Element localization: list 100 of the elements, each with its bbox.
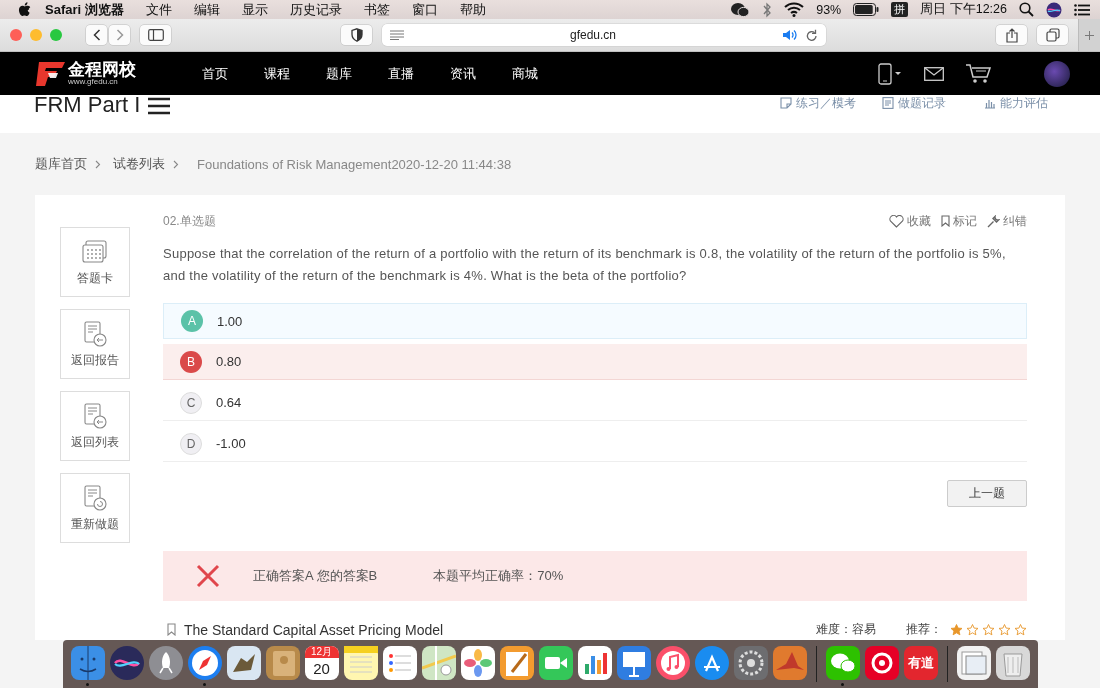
edit-note-icon	[780, 97, 792, 109]
logo-name: 金程网校	[68, 61, 136, 78]
option-text: 0.80	[216, 354, 242, 369]
trash-icon[interactable]	[995, 645, 1030, 680]
plus-icon	[1085, 29, 1094, 41]
document-arrow-icon	[81, 319, 109, 348]
phone-icon[interactable]	[878, 62, 902, 85]
menu-item[interactable]: 文件	[145, 0, 172, 19]
breadcrumb-link[interactable]: 题库首页	[35, 155, 87, 173]
menu-item[interactable]: 帮助	[459, 0, 486, 19]
star-outline-icon	[966, 623, 979, 636]
notepad-icon[interactable]	[343, 645, 378, 680]
breadcrumb-link[interactable]: 试卷列表	[113, 155, 165, 173]
flower-icon[interactable]	[460, 645, 495, 680]
side-action-button[interactable]: 返回列表	[60, 391, 130, 461]
side-action-button[interactable]: 重新做题	[60, 473, 130, 543]
subheader-link[interactable]: 练习／模考	[780, 95, 856, 111]
grid-card-icon	[81, 237, 109, 266]
previous-question-button[interactable]: 上一题	[947, 480, 1027, 507]
avatar[interactable]	[1044, 60, 1070, 87]
pen-icon[interactable]	[499, 645, 534, 680]
nav-link[interactable]: 资讯	[450, 64, 476, 83]
calendar-month: 12月	[304, 645, 339, 658]
menu-item[interactable]: 窗口	[411, 0, 438, 19]
apple-icon[interactable]	[18, 2, 31, 17]
option-text: 1.00	[217, 313, 243, 329]
app-menu[interactable]: Safari 浏览器	[45, 0, 124, 19]
menu-item[interactable]: 书签	[363, 0, 390, 19]
menu-item[interactable]: 历史记录	[289, 0, 342, 19]
bar-chart-icon[interactable]	[577, 645, 612, 680]
wrench-icon	[987, 214, 1000, 228]
wifi-icon[interactable]	[784, 2, 805, 17]
sidebar-button[interactable]	[140, 25, 171, 45]
camera-icon[interactable]	[538, 645, 573, 680]
input-method-indicator[interactable]: 拼	[891, 2, 909, 17]
compass-icon[interactable]	[187, 645, 222, 680]
course-title: FRM Part I	[34, 95, 141, 115]
bar-chart-icon	[984, 97, 996, 109]
app-icon[interactable]: 有道	[903, 645, 938, 680]
sidebar-icon	[147, 29, 164, 41]
menu-item[interactable]: 显示	[241, 0, 268, 19]
nav-link[interactable]: 题库	[326, 64, 352, 83]
menu-icon[interactable]	[148, 97, 171, 115]
share-button[interactable]	[996, 25, 1027, 45]
bluetooth-icon[interactable]	[762, 1, 773, 18]
map-icon[interactable]	[421, 645, 456, 680]
url-text: gfedu.cn	[568, 28, 617, 42]
nav-link[interactable]: 课程	[264, 64, 290, 83]
side-action-button[interactable]: 答题卡	[60, 227, 130, 297]
logo-url: www.gfedu.cn	[68, 78, 118, 86]
document-arrow-icon	[81, 483, 109, 512]
mail-icon[interactable]	[924, 66, 944, 81]
option-letter: D	[180, 432, 202, 455]
orb-icon[interactable]	[1046, 1, 1062, 18]
question-action-link[interactable]: 标记	[941, 212, 977, 230]
topic-title: The Standard Capital Asset Pricing Model	[184, 621, 445, 638]
difficulty-label: 难度：容易	[816, 621, 876, 638]
list-icon[interactable]	[1074, 3, 1090, 16]
nav-link[interactable]: 商城	[512, 64, 538, 83]
search-icon[interactable]	[1019, 2, 1034, 17]
calendar-icon[interactable]: 12月 20	[304, 645, 339, 680]
answer-option[interactable]: B 0.80	[163, 344, 1027, 380]
answer-option[interactable]: A 1.00	[163, 303, 1027, 339]
document-icon	[882, 97, 894, 109]
orb-icon[interactable]	[109, 645, 144, 680]
privacy-button[interactable]	[341, 25, 372, 45]
calendar-day: 20	[313, 657, 330, 680]
rocket-icon[interactable]	[148, 645, 183, 680]
subheader-link[interactable]: 能力评估	[984, 95, 1048, 111]
spiral-icon[interactable]	[864, 645, 899, 680]
clock[interactable]: 周日 下午12:26	[920, 1, 1007, 18]
address-bar[interactable]: gfedu.cn	[382, 24, 826, 46]
cart-icon[interactable]	[966, 63, 992, 84]
app-label: 有道	[907, 653, 934, 672]
chat-bubbles-icon[interactable]	[825, 645, 860, 680]
chat-bubbles-icon[interactable]	[730, 1, 751, 18]
question-action-link[interactable]: 收藏	[889, 212, 931, 230]
reload-icon[interactable]	[806, 28, 818, 42]
star-outline-icon	[982, 623, 995, 636]
nav-link[interactable]: 首页	[202, 64, 228, 83]
question-action-link[interactable]: 纠错	[987, 212, 1027, 230]
menu-item[interactable]: 编辑	[193, 0, 220, 19]
option-text: 0.64	[216, 395, 242, 410]
tabs-button[interactable]	[1037, 25, 1068, 45]
recommend-label: 推荐：	[906, 621, 942, 638]
checklist-icon[interactable]	[382, 645, 417, 680]
speaker-icon[interactable]	[782, 29, 798, 41]
side-action-button[interactable]: 返回报告	[60, 309, 130, 379]
site-logo[interactable]: 金程网校 www.gfedu.cn	[34, 60, 194, 87]
battery-icon[interactable]	[853, 3, 880, 16]
music-note-icon[interactable]	[655, 645, 690, 680]
letter-a-icon[interactable]	[694, 645, 729, 680]
subheader-link[interactable]: 做题记录	[882, 95, 946, 111]
answer-summary: 正确答案A 您的答案B	[253, 567, 378, 585]
photo-stack-icon[interactable]	[956, 645, 991, 680]
filled-star-icon	[950, 623, 963, 636]
podium-icon[interactable]	[616, 645, 651, 680]
nav-link[interactable]: 直播	[388, 64, 414, 83]
back-button[interactable]	[86, 25, 107, 45]
chevron-right-icon	[173, 159, 179, 169]
